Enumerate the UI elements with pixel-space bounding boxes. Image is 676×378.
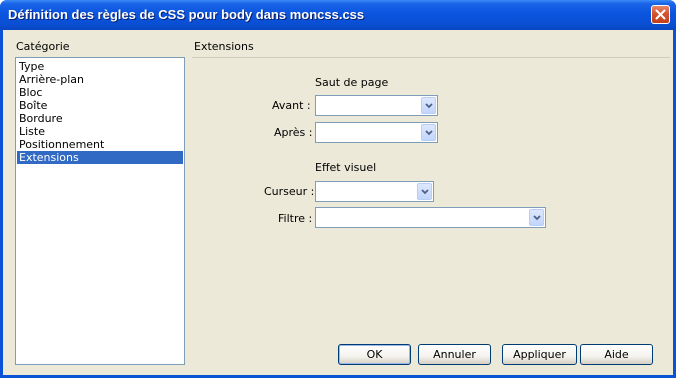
chevron-down-icon [425, 103, 433, 109]
title-bar[interactable]: Définition des règles de CSS pour body d… [0, 0, 676, 30]
list-item-list[interactable]: Liste [17, 125, 183, 138]
chevron-down-icon [421, 189, 429, 195]
dialog-body: Catégorie Type Arrière-plan Bloc Boîte B… [3, 30, 673, 375]
help-button[interactable]: Aide [580, 344, 653, 365]
page-break-heading: Saut de page [315, 76, 389, 89]
list-item-background[interactable]: Arrière-plan [17, 73, 183, 86]
filter-label: Filtre : [278, 212, 313, 225]
chevron-down-icon [425, 130, 433, 136]
cursor-dropdown-button[interactable] [417, 183, 432, 200]
panel-divider [192, 57, 670, 58]
category-list[interactable]: Type Arrière-plan Bloc Boîte Bordure Lis… [15, 57, 185, 365]
before-dropdown-button[interactable] [421, 97, 436, 114]
list-item-positioning[interactable]: Positionnement [17, 138, 183, 151]
filter-dropdown-button[interactable] [529, 209, 544, 226]
after-dropdown-button[interactable] [421, 124, 436, 141]
list-item-type[interactable]: Type [17, 60, 183, 73]
ok-button[interactable]: OK [338, 344, 411, 365]
after-label: Après : [274, 126, 313, 139]
visual-effect-heading: Effet visuel [315, 161, 377, 174]
close-button[interactable] [651, 5, 670, 24]
chevron-down-icon [533, 215, 541, 221]
list-item-block[interactable]: Bloc [17, 86, 183, 99]
before-label: Avant : [272, 99, 311, 112]
list-item-box[interactable]: Boîte [17, 99, 183, 112]
cursor-label: Curseur : [264, 185, 315, 198]
category-label: Catégorie [16, 40, 70, 53]
apply-button[interactable]: Appliquer [502, 344, 577, 365]
list-item-extensions[interactable]: Extensions [17, 151, 183, 164]
dialog-window: Définition des règles de CSS pour body d… [0, 0, 676, 378]
cancel-button[interactable]: Annuler [418, 344, 491, 365]
panel-title: Extensions [194, 40, 254, 53]
before-select[interactable] [315, 95, 438, 116]
cursor-select[interactable] [315, 181, 434, 202]
list-item-border[interactable]: Bordure [17, 112, 183, 125]
close-icon [655, 9, 666, 20]
window-title: Définition des règles de CSS pour body d… [8, 7, 365, 22]
filter-select[interactable] [315, 207, 546, 228]
after-select[interactable] [315, 122, 438, 143]
